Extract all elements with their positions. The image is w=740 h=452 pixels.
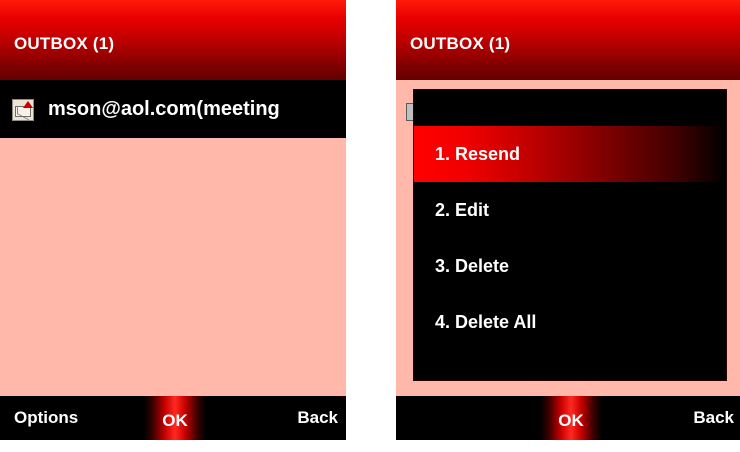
page-title: OUTBOX (1)	[410, 34, 511, 53]
right-screen: OUTBOX (1) 1. Resend 2. Edit 3. Delete 4…	[396, 0, 740, 440]
ok-label: OK	[162, 411, 188, 430]
softkey-bar: Options OK Back	[0, 396, 346, 440]
options-menu: 1. Resend 2. Edit 3. Delete 4. Delete Al…	[414, 90, 726, 380]
menu-item-edit[interactable]: 2. Edit	[414, 182, 726, 238]
ok-button[interactable]: OK	[540, 396, 602, 440]
menu-item-resend[interactable]: 1. Resend	[414, 126, 726, 182]
outbox-item-row[interactable]: mson@aol.com(meeting	[0, 80, 346, 138]
back-softkey[interactable]: Back	[297, 408, 338, 428]
menu-item-label: 3. Delete	[435, 256, 510, 276]
page-title: OUTBOX (1)	[14, 34, 115, 53]
title-bar: OUTBOX (1)	[396, 0, 740, 80]
arrow-up-icon	[23, 101, 33, 108]
menu-item-delete[interactable]: 3. Delete	[414, 238, 726, 294]
menu-item-label: 1. Resend	[435, 144, 521, 164]
options-softkey[interactable]: Options	[14, 408, 78, 428]
menu-item-label: 2. Edit	[435, 200, 490, 220]
back-softkey[interactable]: Back	[693, 408, 734, 428]
ok-label: OK	[558, 411, 584, 430]
title-bar: OUTBOX (1)	[0, 0, 346, 80]
ok-button[interactable]: OK	[144, 396, 206, 440]
outbox-item-label: mson@aol.com(meeting	[48, 98, 280, 120]
left-screen: OUTBOX (1) mson@aol.com(meeting Options …	[0, 0, 346, 440]
menu-item-label: 4. Delete All	[435, 312, 537, 332]
outbox-message-icon	[12, 99, 34, 121]
menu-item-delete-all[interactable]: 4. Delete All	[414, 294, 726, 350]
softkey-bar: OK Back	[396, 396, 740, 440]
